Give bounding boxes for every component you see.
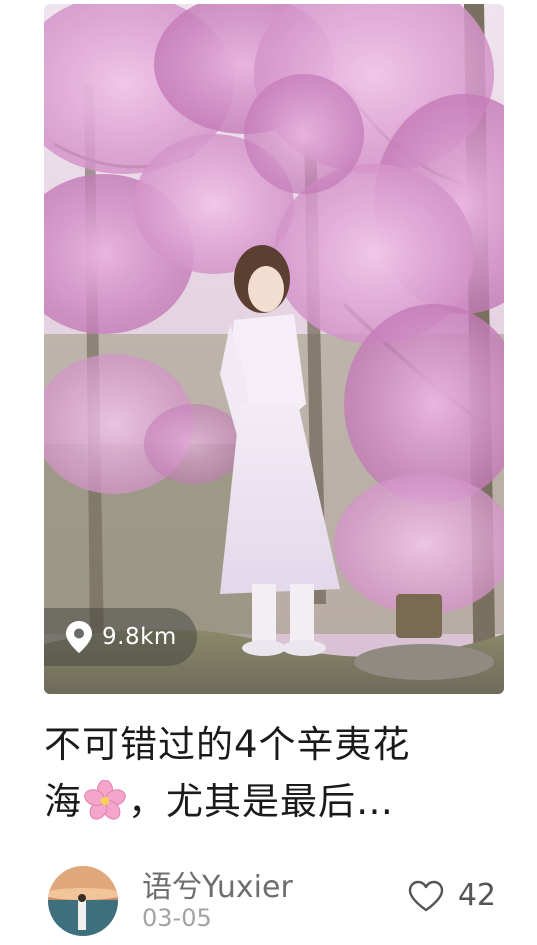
post-title[interactable]: 不可错过的4个辛夷花 海 ，尤其是最后… bbox=[44, 716, 514, 830]
avatar-image bbox=[48, 866, 118, 936]
distance-badge: 9.8km bbox=[44, 608, 197, 666]
post-cover-image[interactable]: 9.8km bbox=[44, 4, 504, 694]
distance-label: 9.8km bbox=[102, 624, 177, 650]
author-row: 语兮Yuxier 03-05 42 bbox=[46, 862, 506, 938]
like-count: 42 bbox=[457, 878, 496, 913]
post-title-line2-suffix: ，尤其是最后… bbox=[128, 780, 394, 823]
post-card[interactable]: 9.8km 不可错过的4个辛夷花 海 ，尤其是最后… 语兮Yuxier 03-0… bbox=[0, 0, 537, 945]
heart-outline-icon bbox=[408, 880, 444, 911]
like-button[interactable]: 42 bbox=[408, 878, 496, 913]
cover-photo-illustration bbox=[44, 4, 504, 694]
post-title-line1: 不可错过的4个辛夷花 bbox=[44, 723, 411, 766]
location-pin-icon bbox=[66, 621, 92, 653]
author-avatar[interactable] bbox=[48, 866, 118, 936]
cherry-blossom-icon bbox=[84, 780, 126, 820]
post-date: 03-05 bbox=[142, 904, 212, 932]
post-title-line2-prefix: 海 bbox=[44, 780, 82, 823]
author-name[interactable]: 语兮Yuxier bbox=[142, 862, 293, 906]
